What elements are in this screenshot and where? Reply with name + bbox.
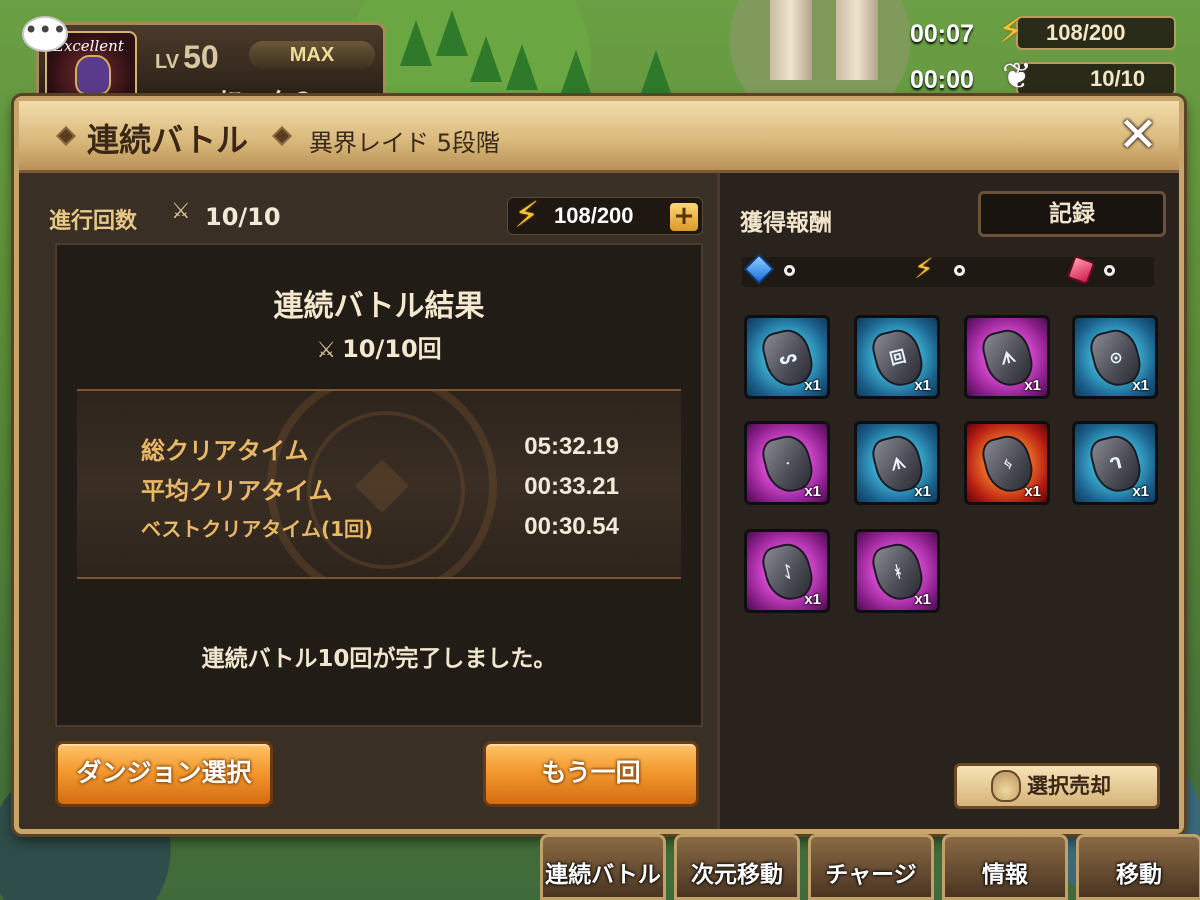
- retry-button[interactable]: もう一回: [483, 741, 699, 807]
- rune-reward[interactable]: 回 x1: [854, 315, 940, 399]
- best-clear-time-label: ベストクリアタイム(1回): [141, 517, 374, 541]
- result-count: ⚔ 10/10回: [57, 329, 701, 364]
- menu-dimension-move[interactable]: 次元移動: [674, 834, 800, 900]
- add-energy-button[interactable]: +: [670, 203, 698, 231]
- rune-quantity: x1: [1024, 483, 1041, 500]
- average-clear-time-value: 00:33.21: [524, 473, 619, 500]
- rune-reward[interactable]: ᚼ x1: [854, 529, 940, 613]
- wings-icon: ❦: [1002, 56, 1033, 97]
- total-clear-time-value: 05:32.19: [524, 433, 619, 460]
- rune-quantity: x1: [804, 591, 821, 608]
- rune-quantity: x1: [914, 591, 931, 608]
- tree: [400, 20, 432, 66]
- player-profile[interactable]: Excellent LV50 MAX にょん®: [36, 22, 386, 115]
- rune-reward[interactable]: ᗑ x1: [854, 421, 940, 505]
- max-level-badge: MAX: [249, 41, 375, 69]
- energy-counter-value: 108/200: [1046, 20, 1126, 45]
- crossed-swords-icon: ⚔: [171, 199, 191, 224]
- bulk-sell-label: 選択売却: [1027, 774, 1111, 798]
- energy-counter[interactable]: 108/200: [1016, 16, 1176, 50]
- progress-value: 10/10: [205, 203, 281, 231]
- level-prefix: LV: [155, 51, 180, 73]
- rune-reward[interactable]: ᔕ x1: [744, 315, 830, 399]
- red-crystal-icon: [1066, 254, 1096, 288]
- repeat-battle-dialog: 連続バトル 異界レイド 5段階 ✕ 進行回数 ⚔ 10/10 ⚡ 108/200…: [14, 96, 1184, 834]
- clear-time-stats: 総クリアタイム 05:32.19 平均クリアタイム 00:33.21 ベストクリ…: [77, 389, 681, 579]
- wings-counter[interactable]: 10/10: [1016, 62, 1176, 96]
- tree: [506, 44, 538, 90]
- menu-info[interactable]: 情報: [942, 834, 1068, 900]
- completion-message: 連続バトル10回が完了しました。: [201, 646, 557, 672]
- rune-quantity: x1: [1132, 377, 1149, 394]
- best-clear-time-value: 00:30.54: [524, 513, 619, 540]
- record-button[interactable]: 記録: [978, 191, 1166, 237]
- energy-bolt-icon: ⚡: [514, 195, 540, 236]
- dialog-titlebar: 連続バトル 異界レイド 5段階 ✕: [19, 101, 1179, 173]
- rune-quantity: x1: [804, 483, 821, 500]
- rewards-panel: 獲得報酬 記録 0 ⚡ 0 0 ᔕ x1 回 x1 ᗑ x1: [717, 173, 1179, 829]
- avatar-face-icon: [75, 55, 111, 95]
- rune-reward[interactable]: ⊙ x1: [1072, 315, 1158, 399]
- tree: [436, 10, 468, 56]
- rune-quantity: x1: [1024, 377, 1041, 394]
- rune-quantity: x1: [914, 377, 931, 394]
- rune-quantity: x1: [804, 377, 821, 394]
- tree: [640, 50, 672, 96]
- dialog-subtitle: 異界レイド 5段階: [309, 129, 500, 157]
- result-summary: 連続バトル結果 ⚔ 10/10回 総クリアタイム 05:32.19 平均クリアタイ…: [55, 243, 703, 727]
- level-number: 50: [183, 39, 219, 75]
- result-count-value: 10/10回: [342, 335, 442, 363]
- menu-charge[interactable]: チャージ: [808, 834, 934, 900]
- tower: [770, 0, 812, 80]
- wings-timer: 00:00: [910, 66, 974, 94]
- dungeon-select-button[interactable]: ダンジョン選択: [55, 741, 273, 807]
- rune-reward[interactable]: ᗑ x1: [964, 315, 1050, 399]
- money-bag-icon: [991, 770, 1021, 802]
- energy-bolt-icon: ⚡: [914, 252, 934, 285]
- rewards-label: 獲得報酬: [740, 210, 832, 236]
- dialog-title: 連続バトル: [87, 121, 248, 159]
- rune-reward[interactable]: ᐧ x1: [744, 421, 830, 505]
- menu-move[interactable]: 移動: [1076, 834, 1200, 900]
- rune-quantity: x1: [914, 483, 931, 500]
- energy-bolt-icon: ⚡: [998, 11, 1024, 52]
- energy-display: ⚡ 108/200 +: [507, 197, 703, 235]
- rune-reward[interactable]: ᛇ x1: [744, 529, 830, 613]
- rune-quantity: x1: [1132, 483, 1149, 500]
- chat-icon[interactable]: •••: [22, 16, 68, 52]
- rune-reward[interactable]: ᛃ x1: [964, 421, 1050, 505]
- red-crystal-count: 0: [1104, 265, 1115, 276]
- bottom-menu: 連続バトル 次元移動 チャージ 情報 移動: [540, 834, 1200, 900]
- crossed-swords-icon: ⚔: [316, 338, 337, 363]
- level-display: LV 50: [155, 39, 219, 76]
- battle-result-panel: 進行回数 ⚔ 10/10 ⚡ 108/200 + 連続バトル結果 ⚔ 10/10回…: [37, 183, 711, 823]
- currency-rewards: 0 ⚡ 0 0: [742, 252, 1154, 288]
- blue-crystal-icon: [743, 253, 775, 286]
- close-icon[interactable]: ✕: [1115, 111, 1161, 159]
- tree: [470, 36, 502, 82]
- result-title: 連続バトル結果: [273, 289, 485, 324]
- tree: [560, 50, 592, 96]
- energy-count: 0: [954, 265, 965, 276]
- diamond-icon: [272, 126, 292, 146]
- progress-label: 進行回数: [49, 209, 138, 234]
- wings-counter-value: 10/10: [1090, 66, 1146, 91]
- blue-crystal-count: 0: [784, 265, 795, 276]
- menu-repeat-battle[interactable]: 連続バトル: [540, 834, 666, 900]
- bulk-sell-button[interactable]: 選択売却: [954, 763, 1160, 809]
- energy-value: 108/200: [554, 203, 634, 228]
- total-clear-time-label: 総クリアタイム: [141, 437, 309, 465]
- diamond-icon: [56, 126, 76, 146]
- rune-reward[interactable]: ᒉ x1: [1072, 421, 1158, 505]
- tower: [836, 0, 878, 80]
- average-clear-time-label: 平均クリアタイム: [141, 477, 333, 505]
- energy-timer: 00:07: [910, 20, 974, 48]
